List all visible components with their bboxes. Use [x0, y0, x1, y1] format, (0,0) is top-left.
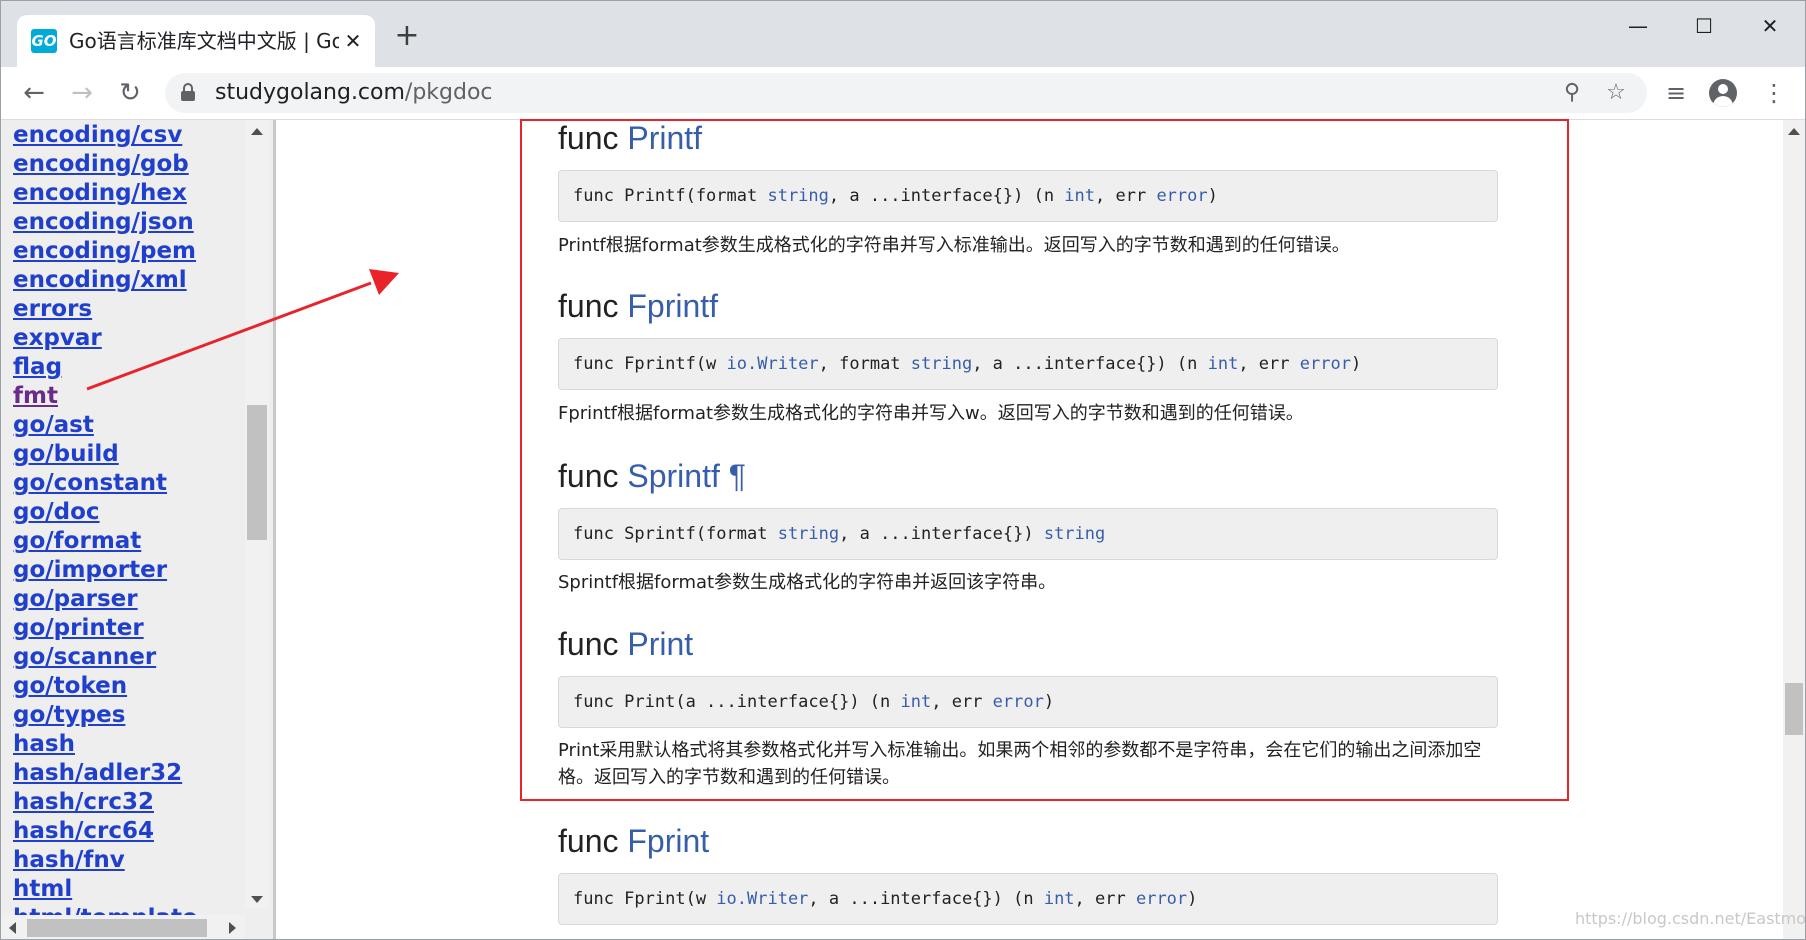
red-annotation-arrow [86, 269, 399, 391]
browser-window: GO Go语言标准库文档中文版 | Go语言中文网 ✕ + — ☐ ✕ ← → … [0, 0, 1806, 940]
watermark: https://blog.csdn.net/Eastmount [1575, 909, 1806, 928]
